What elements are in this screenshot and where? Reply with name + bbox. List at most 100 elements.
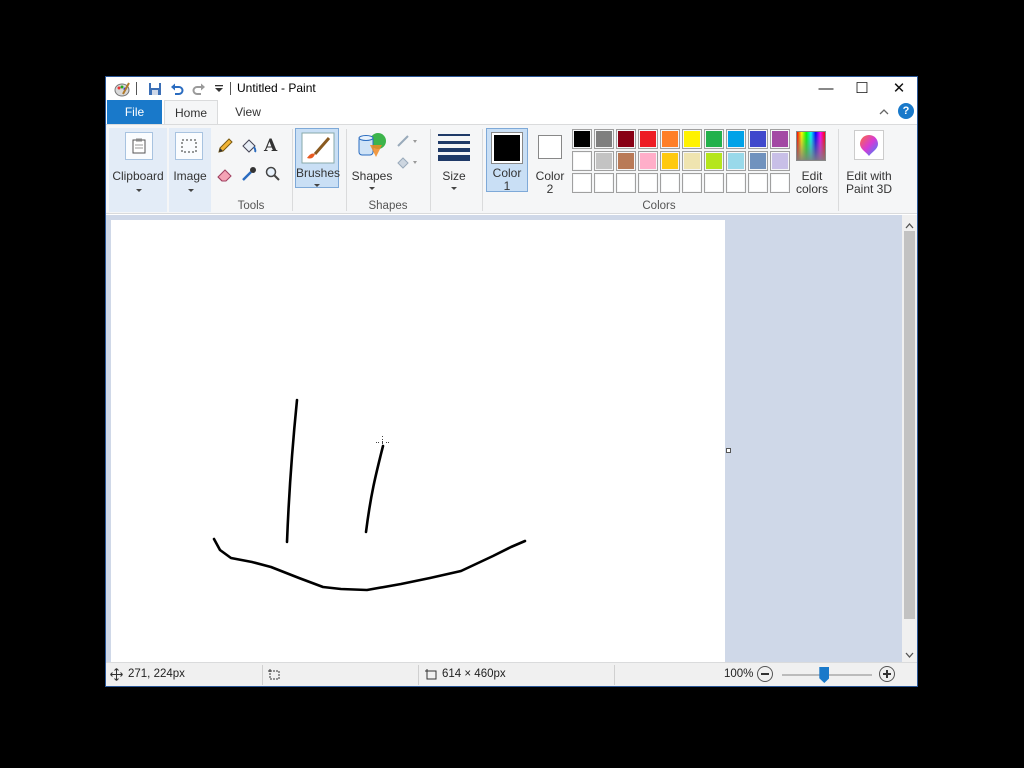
image-size-icon bbox=[424, 668, 438, 684]
palette-swatch[interactable] bbox=[660, 129, 680, 149]
palette-swatch[interactable] bbox=[660, 173, 680, 193]
palette-swatch-color bbox=[574, 153, 590, 169]
paint-app-icon[interactable] bbox=[113, 80, 131, 98]
palette-swatch-color bbox=[618, 175, 634, 191]
palette-swatch[interactable] bbox=[594, 151, 614, 171]
edit-with-paint3d-button[interactable]: Edit with Paint 3D bbox=[842, 128, 896, 196]
palette-swatch[interactable] bbox=[616, 129, 636, 149]
color-picker-icon[interactable] bbox=[240, 165, 258, 186]
palette-swatch[interactable] bbox=[594, 129, 614, 149]
tab-file[interactable]: File bbox=[107, 100, 162, 124]
shapes-button[interactable]: Shapes bbox=[350, 128, 394, 192]
minimize-button[interactable]: — bbox=[808, 77, 844, 99]
customize-quick-access-icon[interactable] bbox=[210, 80, 228, 98]
fill-icon[interactable] bbox=[396, 154, 420, 173]
palette-swatch[interactable] bbox=[748, 129, 768, 149]
palette-swatch-color bbox=[618, 131, 634, 147]
palette-swatch[interactable] bbox=[572, 129, 592, 149]
zoom-out-icon[interactable] bbox=[757, 666, 773, 682]
palette-swatch[interactable] bbox=[770, 129, 790, 149]
palette-swatch-color bbox=[662, 131, 678, 147]
palette-swatch[interactable] bbox=[682, 173, 702, 193]
palette-swatch[interactable] bbox=[726, 151, 746, 171]
palette-swatch[interactable] bbox=[704, 173, 724, 193]
edit-colors-button[interactable]: Edit colors bbox=[790, 128, 834, 196]
palette-swatch[interactable] bbox=[616, 173, 636, 193]
palette-swatch-color bbox=[596, 131, 612, 147]
palette-swatch[interactable] bbox=[594, 173, 614, 193]
palette-swatch[interactable] bbox=[616, 151, 636, 171]
palette-swatch[interactable] bbox=[748, 151, 768, 171]
chevron-down-icon bbox=[314, 184, 320, 187]
zoom-slider-thumb[interactable] bbox=[819, 667, 830, 683]
palette-swatch-color bbox=[662, 153, 678, 169]
stroke-right-line bbox=[364, 444, 385, 534]
undo-icon[interactable] bbox=[168, 80, 186, 98]
tools-group-label: Tools bbox=[237, 200, 265, 212]
color2-button[interactable]: Color 2 bbox=[530, 128, 570, 196]
palette-swatch-color bbox=[706, 153, 722, 169]
palette-swatch[interactable] bbox=[704, 129, 724, 149]
help-icon[interactable]: ? bbox=[898, 103, 914, 119]
canvas-resize-handle-right[interactable] bbox=[726, 448, 731, 453]
palette-swatch[interactable] bbox=[682, 151, 702, 171]
save-icon[interactable] bbox=[146, 80, 164, 98]
palette-swatch-color bbox=[750, 131, 766, 147]
brushes-button[interactable]: Brushes bbox=[295, 128, 340, 188]
palette-swatch-color bbox=[618, 153, 634, 169]
colors-group-label: Colors bbox=[642, 200, 676, 212]
palette-swatch[interactable] bbox=[748, 173, 768, 193]
palette-swatch[interactable] bbox=[726, 173, 746, 193]
select-icon bbox=[175, 132, 203, 160]
chevron-down-icon bbox=[136, 189, 142, 192]
maximize-button[interactable]: ☐ bbox=[844, 77, 880, 99]
palette-swatch[interactable] bbox=[704, 151, 724, 171]
pencil-icon[interactable] bbox=[216, 137, 234, 158]
collapse-ribbon-icon[interactable] bbox=[878, 106, 890, 120]
drawing-canvas[interactable] bbox=[111, 220, 725, 662]
ribbon-tabs: File Home View ? bbox=[106, 100, 917, 125]
tab-home[interactable]: Home bbox=[164, 100, 218, 125]
palette-swatch[interactable] bbox=[638, 173, 658, 193]
vertical-scrollbar[interactable] bbox=[902, 215, 917, 662]
brush-cursor-icon bbox=[376, 436, 390, 450]
zoom-in-icon[interactable] bbox=[879, 666, 895, 682]
color1-button[interactable]: Color 1 bbox=[486, 128, 528, 193]
close-button[interactable]: ✕ bbox=[881, 77, 917, 99]
eraser-icon[interactable] bbox=[216, 165, 234, 186]
palette-swatch[interactable] bbox=[660, 151, 680, 171]
paint3d-icon bbox=[854, 130, 884, 160]
palette-swatch[interactable] bbox=[770, 151, 790, 171]
color2-label-line2: 2 bbox=[546, 182, 554, 196]
magnifier-icon[interactable] bbox=[264, 165, 282, 186]
fill-bucket-icon[interactable] bbox=[240, 137, 258, 158]
tab-view[interactable]: View bbox=[220, 100, 276, 124]
chevron-down-icon bbox=[451, 187, 457, 190]
stroke-left-line bbox=[285, 398, 299, 544]
palette-swatch[interactable] bbox=[638, 129, 658, 149]
palette-swatch-color bbox=[706, 131, 722, 147]
title-bar: Untitled - Paint — ☐ ✕ bbox=[106, 77, 917, 100]
palette-swatch-color bbox=[750, 153, 766, 169]
palette-swatch[interactable] bbox=[638, 151, 658, 171]
clipboard-button[interactable]: Clipboard bbox=[109, 128, 167, 212]
scroll-up-icon[interactable] bbox=[905, 218, 914, 232]
scroll-down-icon[interactable] bbox=[905, 648, 914, 662]
clipboard-label: Clipboard bbox=[112, 169, 164, 183]
palette-swatch-color bbox=[728, 175, 744, 191]
palette-swatch[interactable] bbox=[572, 173, 592, 193]
image-button[interactable]: Image bbox=[169, 128, 211, 212]
chevron-down-icon bbox=[369, 187, 375, 190]
cursor-position: 271, 224px bbox=[128, 668, 185, 680]
palette-swatch[interactable] bbox=[572, 151, 592, 171]
palette-swatch[interactable] bbox=[682, 129, 702, 149]
palette-swatch[interactable] bbox=[726, 129, 746, 149]
palette-swatch[interactable] bbox=[770, 173, 790, 193]
redo-icon[interactable] bbox=[190, 80, 208, 98]
zoom-slider[interactable] bbox=[782, 667, 872, 683]
outline-icon[interactable] bbox=[396, 133, 420, 152]
scrollbar-thumb[interactable] bbox=[904, 231, 915, 619]
text-tool-icon[interactable]: A bbox=[264, 136, 277, 156]
size-label: Size bbox=[442, 169, 466, 183]
size-button[interactable]: Size bbox=[434, 128, 474, 192]
